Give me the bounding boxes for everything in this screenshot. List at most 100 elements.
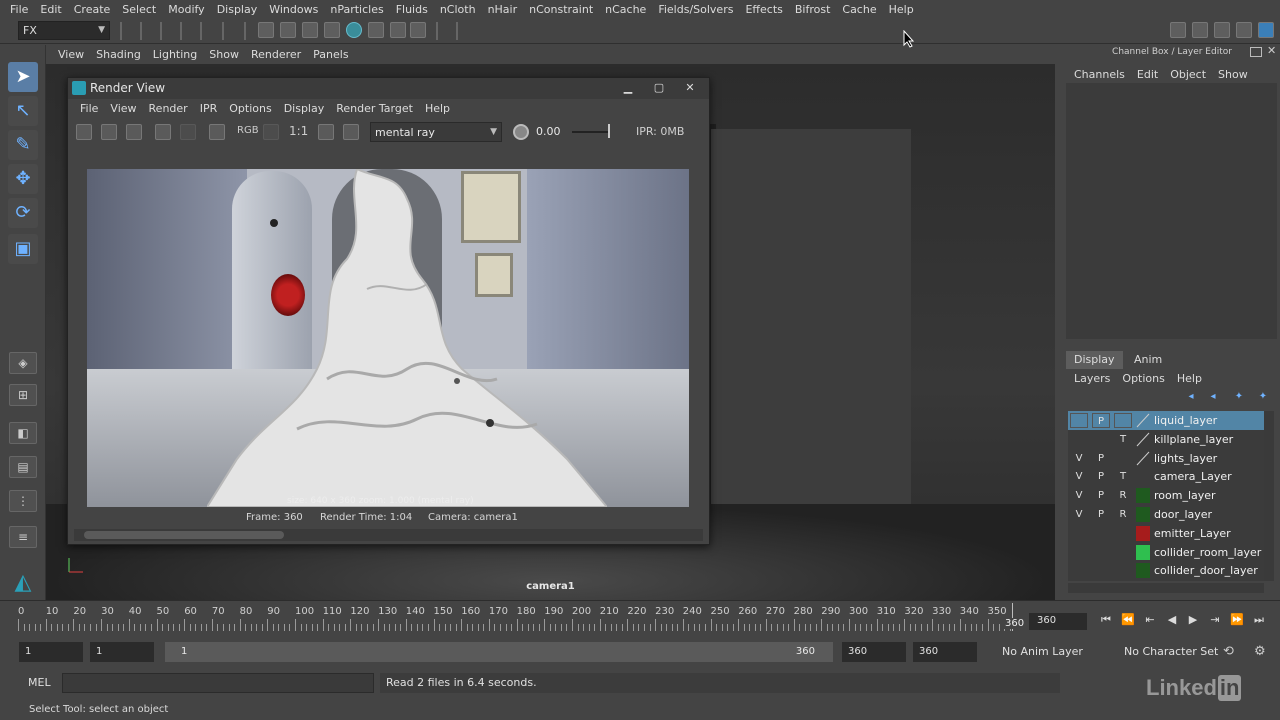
scale-tool-icon[interactable]: ▣ <box>8 234 38 264</box>
layout-outliner-icon[interactable]: ▤ <box>9 456 37 478</box>
animation-end-field[interactable]: 360 <box>913 642 977 662</box>
workspace-toggle-icon[interactable] <box>1236 22 1252 38</box>
move-tool-icon[interactable]: ✥ <box>8 164 38 194</box>
render-frame-icon[interactable] <box>76 124 92 140</box>
anim-layer-dropdown[interactable]: No Anim Layer <box>998 642 1102 662</box>
shelf-tool-icon[interactable] <box>258 22 274 38</box>
menu-effects[interactable]: Effects <box>745 3 782 16</box>
close-panel-icon[interactable]: ✕ <box>1267 44 1276 57</box>
layer-visibility-toggle[interactable] <box>1070 413 1088 428</box>
menu-fields-solvers[interactable]: Fields/Solvers <box>658 3 733 16</box>
refresh-ipr-icon[interactable] <box>180 124 196 140</box>
layer-playback-toggle[interactable]: P <box>1092 507 1110 522</box>
scrollbar-thumb[interactable] <box>84 531 284 539</box>
layer-color-swatch[interactable] <box>1136 544 1150 560</box>
menu-display[interactable]: Display <box>217 3 258 16</box>
layer-color-swatch[interactable] <box>1136 488 1150 504</box>
le-menu-layers[interactable]: Layers <box>1074 372 1110 385</box>
layer-color-swatch[interactable] <box>1136 432 1150 447</box>
layer-display-type-toggle[interactable]: R <box>1114 507 1132 522</box>
shelf-tool-icon[interactable] <box>390 22 406 38</box>
shelf-tool-icon[interactable] <box>368 22 384 38</box>
display-alpha-icon[interactable] <box>263 124 279 140</box>
play-forward-icon[interactable]: ▶ <box>1185 612 1201 628</box>
layer-display-type-toggle[interactable] <box>1114 413 1132 428</box>
move-layer-up-icon[interactable]: ◂ <box>1184 391 1198 403</box>
layer-row[interactable]: V P Tcamera_Layer <box>1068 467 1264 486</box>
le-menu-help[interactable]: Help <box>1177 372 1202 385</box>
playback-end-field[interactable]: 360 <box>842 642 906 662</box>
rv-menu-help[interactable]: Help <box>425 102 450 115</box>
layer-color-swatch[interactable] <box>1136 525 1150 541</box>
menu-nparticles[interactable]: nParticles <box>330 3 383 16</box>
render-view-hscrollbar[interactable] <box>74 529 703 541</box>
menu-windows[interactable]: Windows <box>269 3 318 16</box>
menu-create[interactable]: Create <box>74 3 111 16</box>
shelf-tool-icon[interactable] <box>324 22 340 38</box>
layer-display-type-toggle[interactable] <box>1114 563 1132 578</box>
step-back-frame-icon[interactable]: ⇤ <box>1142 612 1158 628</box>
layer-visibility-toggle[interactable] <box>1070 563 1088 578</box>
rv-menu-options[interactable]: Options <box>229 102 271 115</box>
cb-menu-object[interactable]: Object <box>1170 68 1206 81</box>
select-tool-icon[interactable]: ➤ <box>8 62 38 92</box>
move-layer-down-icon[interactable]: ◂ <box>1206 391 1220 403</box>
layer-row[interactable]: V P Rroom_layer <box>1068 486 1264 505</box>
layer-row[interactable]: collider_room_layer <box>1068 543 1264 562</box>
shelf-tool-icon[interactable] <box>302 22 318 38</box>
menu-nhair[interactable]: nHair <box>488 3 518 16</box>
animation-start-field[interactable]: 1 <box>19 642 83 662</box>
maximize-icon[interactable]: ▢ <box>648 80 670 96</box>
layer-color-swatch[interactable] <box>1136 469 1150 485</box>
menu-edit[interactable]: Edit <box>40 3 61 16</box>
mel-label[interactable]: MEL <box>28 676 51 689</box>
go-to-start-icon[interactable]: ⏮ <box>1098 612 1114 628</box>
panel-menu-show[interactable]: Show <box>209 48 239 61</box>
menu-help[interactable]: Help <box>889 3 914 16</box>
rv-menu-render-target[interactable]: Render Target <box>336 102 413 115</box>
le-menu-options[interactable]: Options <box>1122 372 1164 385</box>
character-set-dropdown[interactable]: No Character Set <box>1120 642 1220 662</box>
render-view-titlebar[interactable]: Render View ▁ ▢ ✕ <box>68 78 709 99</box>
shelf-tool-icon[interactable] <box>280 22 296 38</box>
shelf-tool-icon[interactable] <box>410 22 426 38</box>
layout-graph-icon[interactable]: ⋮ <box>9 490 37 512</box>
render-region-icon[interactable] <box>101 124 117 140</box>
rotate-tool-icon[interactable]: ⟳ <box>8 198 38 228</box>
layer-row[interactable]: Pliquid_layer <box>1068 411 1264 430</box>
rgb-channel-label[interactable]: RGB <box>237 125 259 136</box>
play-backward-icon[interactable]: ◀ <box>1164 612 1180 628</box>
layer-list-vscrollbar[interactable] <box>1264 411 1274 581</box>
layer-list-hscrollbar[interactable] <box>1068 583 1264 593</box>
layer-playback-toggle[interactable] <box>1092 545 1110 560</box>
panel-menu-view[interactable]: View <box>58 48 84 61</box>
layer-playback-toggle[interactable]: P <box>1092 469 1110 484</box>
layer-color-swatch[interactable] <box>1136 451 1150 466</box>
range-slider[interactable]: 1 360 <box>165 642 833 662</box>
tab-anim[interactable]: Anim <box>1126 351 1170 369</box>
menu-fluids[interactable]: Fluids <box>396 3 428 16</box>
keep-image-icon[interactable] <box>318 124 334 140</box>
workspace-toggle-icon[interactable] <box>1170 22 1186 38</box>
workspace-toggle-icon[interactable] <box>1214 22 1230 38</box>
step-back-key-icon[interactable]: ⏪ <box>1120 612 1136 628</box>
menu-cache[interactable]: Cache <box>842 3 876 16</box>
go-to-end-icon[interactable]: ⏭ <box>1251 612 1267 628</box>
new-empty-layer-icon[interactable]: ✦ <box>1232 391 1246 403</box>
layout-four-icon[interactable]: ⊞ <box>9 384 37 406</box>
render-settings-icon[interactable] <box>209 124 225 140</box>
current-frame-field[interactable]: 360 <box>1029 613 1087 630</box>
new-layer-selected-icon[interactable]: ✦ <box>1256 391 1270 403</box>
rv-menu-ipr[interactable]: IPR <box>200 102 218 115</box>
layer-row[interactable]: Tkillplane_layer <box>1068 430 1264 449</box>
layer-display-type-toggle[interactable]: T <box>1114 432 1132 447</box>
layer-display-type-toggle[interactable] <box>1114 545 1132 560</box>
lasso-tool-icon[interactable]: ↖ <box>8 96 38 126</box>
workspace-toggle-icon[interactable] <box>1258 22 1274 38</box>
paint-select-tool-icon[interactable]: ✎ <box>8 130 38 160</box>
layer-color-swatch[interactable] <box>1136 507 1150 522</box>
layer-visibility-toggle[interactable] <box>1070 526 1088 541</box>
menu-ncache[interactable]: nCache <box>605 3 646 16</box>
real-size-label[interactable]: 1:1 <box>289 124 308 138</box>
layer-visibility-toggle[interactable]: V <box>1070 451 1088 466</box>
